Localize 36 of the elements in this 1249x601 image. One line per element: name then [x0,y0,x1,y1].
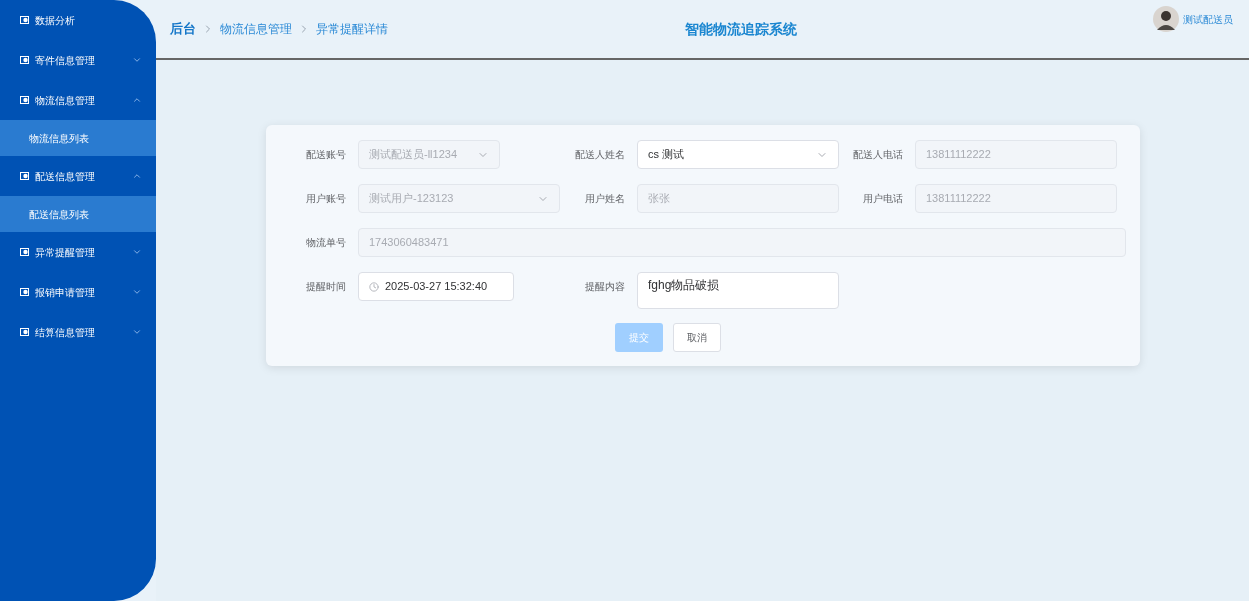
field-label: 配送人电话 [853,148,903,162]
sidebar-item[interactable]: 物流信息管理 [0,80,156,120]
breadcrumb-item[interactable]: 异常提醒详情 [316,20,388,38]
avatar-icon [1153,6,1179,32]
cancel-button[interactable]: 取消 [673,323,721,352]
sidebar-item[interactable]: 结算信息管理 [0,312,156,352]
menu-item-icon [20,248,29,256]
menu-item-icon [20,328,29,336]
sidebar-item[interactable]: 异常提醒管理 [0,232,156,272]
field-label: 用户电话 [863,192,903,206]
sidebar-item[interactable]: 数据分析 [0,0,156,40]
field-label: 提醒时间 [306,280,346,294]
system-title: 智能物流追踪系统 [684,19,797,39]
field-label: 用户姓名 [585,192,625,206]
field-label: 提醒内容 [585,280,625,294]
menu-item-icon [20,172,29,180]
menu-item-icon [20,16,29,24]
text-area[interactable]: fghg物品破损 [637,272,839,309]
menu-item-icon [20,288,29,296]
field-label: 用户账号 [306,192,346,206]
sidebar-subitem[interactable]: 物流信息列表 [0,120,156,156]
breadcrumb-item[interactable]: 物流信息管理 [220,20,292,38]
select-field[interactable]: cs 测试 [637,140,839,169]
sidebar-item[interactable]: 寄件信息管理 [0,40,156,80]
date-field[interactable]: 2025-03-27 15:32:40 [358,272,514,301]
menu-item-icon [20,56,29,64]
menu-item-icon [20,96,29,104]
user-name[interactable]: 测试配送员 [1183,11,1233,27]
sidebar-item[interactable]: 配送信息管理 [0,156,156,196]
field-label: 配送账号 [306,148,346,162]
breadcrumb-item[interactable]: 后台 [170,19,196,39]
field-label: 物流单号 [306,236,346,250]
field-label: 配送人姓名 [575,148,625,162]
clock-icon [369,281,379,292]
sidebar-subitem[interactable]: 配送信息列表 [0,196,156,232]
sidebar-item[interactable]: 报销申请管理 [0,272,156,312]
